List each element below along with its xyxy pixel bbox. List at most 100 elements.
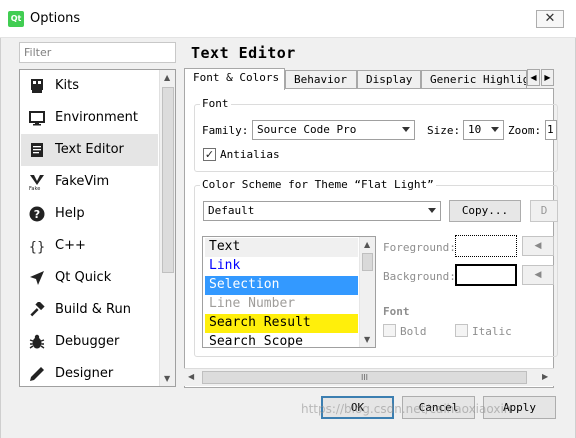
- tab-scroll-left-button[interactable]: ◀: [527, 69, 540, 86]
- background-erase-button[interactable]: ◀: [522, 265, 554, 285]
- font-group-title: Font: [200, 97, 231, 110]
- size-label: Size:: [427, 124, 461, 137]
- cancel-button[interactable]: Cancel: [402, 396, 475, 419]
- erase-icon: ◀: [534, 270, 542, 280]
- background-label: Background:: [383, 270, 456, 283]
- scrollbar-thumb[interactable]: [162, 87, 174, 273]
- text-editor-icon: [31, 143, 43, 157]
- sidebar-item-kits[interactable]: Kits: [21, 70, 158, 102]
- tab-generic-highlighter[interactable]: Generic Highlighter: [421, 70, 527, 89]
- format-items-list: Text Link Selection Line Number Search R…: [202, 236, 376, 348]
- close-button[interactable]: ✕: [536, 10, 564, 28]
- delete-button[interactable]: D: [530, 200, 558, 222]
- apply-button[interactable]: Apply: [483, 396, 556, 419]
- ok-button[interactable]: OK: [321, 396, 394, 419]
- sidebar-item-label: Debugger: [55, 334, 120, 349]
- tab-font-colors[interactable]: Font & Colors: [184, 68, 285, 90]
- color-scheme-value: Default: [208, 204, 255, 217]
- font-family-select[interactable]: Source Code Pro: [252, 120, 415, 140]
- sidebar-item-debugger[interactable]: Debugger: [21, 326, 158, 358]
- hammer-icon: [30, 302, 45, 317]
- font-size-value: 10: [468, 123, 482, 136]
- category-scrollbar[interactable]: ▲ ▼: [159, 70, 175, 386]
- category-list: Kits Environment Text Editor Fake FakeVi…: [19, 69, 176, 387]
- svg-text:?: ?: [34, 208, 40, 221]
- list-item[interactable]: Line Number: [205, 295, 358, 314]
- sidebar-item-label: Environment: [55, 110, 139, 125]
- scroll-up-icon[interactable]: ▲: [364, 240, 370, 249]
- chevron-down-icon: [428, 208, 436, 213]
- sidebar-item-label: Qt Quick: [55, 270, 112, 285]
- qt-quick-icon: [30, 271, 44, 285]
- kits-icon: [31, 79, 43, 93]
- sidebar-item-qt-quick[interactable]: Qt Quick: [21, 262, 158, 294]
- sidebar-item-label: Text Editor: [55, 142, 124, 157]
- zoom-label: Zoom:: [508, 124, 542, 137]
- sidebar-item-help[interactable]: ? Help: [21, 198, 158, 230]
- tab-display[interactable]: Display: [357, 70, 421, 89]
- color-scheme-title: Color Scheme for Theme “Flat Light”: [200, 178, 436, 191]
- erase-icon: ◀: [534, 241, 542, 251]
- scroll-up-icon[interactable]: ▲: [164, 73, 170, 82]
- scroll-down-icon[interactable]: ▼: [164, 374, 170, 383]
- list-item[interactable]: Search Result: [205, 314, 358, 333]
- sidebar-item-fakevim[interactable]: Fake FakeVim: [21, 166, 158, 198]
- scrollbar-thumb[interactable]: [362, 253, 373, 271]
- zoom-value: 1: [547, 123, 554, 136]
- sidebar-item-build-run[interactable]: Build & Run: [21, 294, 158, 326]
- sidebar-item-label: C++: [55, 238, 86, 253]
- filter-input[interactable]: Filter: [19, 42, 176, 63]
- sidebar-item-designer[interactable]: Designer: [21, 358, 158, 386]
- qt-logo-icon: Qt: [8, 11, 24, 27]
- window-title: Options: [30, 11, 81, 26]
- foreground-color-swatch[interactable]: [455, 235, 517, 257]
- scroll-down-icon[interactable]: ▼: [364, 335, 370, 344]
- help-icon: ?: [29, 206, 45, 222]
- scroll-left-icon[interactable]: ◀: [188, 372, 194, 381]
- sidebar-item-environment[interactable]: Environment: [21, 102, 158, 134]
- list-item[interactable]: Selection: [205, 276, 358, 295]
- sidebar-item-cpp[interactable]: {} C++: [21, 230, 158, 262]
- sidebar-item-label: Kits: [55, 78, 80, 93]
- sidebar-item-label: Designer: [55, 366, 114, 381]
- chevron-down-icon: [402, 127, 410, 132]
- zoom-field[interactable]: 1: [545, 120, 557, 140]
- sidebar-item-text-editor[interactable]: Text Editor: [21, 134, 158, 166]
- scrollbar-thumb[interactable]: III: [202, 371, 527, 384]
- page-title: Text Editor: [191, 44, 296, 62]
- italic-checkbox[interactable]: [455, 324, 468, 337]
- foreground-erase-button[interactable]: ◀: [522, 236, 554, 256]
- italic-label: Italic: [472, 325, 512, 338]
- sidebar-item-label: Help: [55, 206, 85, 221]
- pane-horizontal-scrollbar[interactable]: ◀ III ▶: [184, 368, 554, 386]
- items-scrollbar[interactable]: ▲ ▼: [359, 237, 375, 347]
- font-size-select[interactable]: 10: [463, 120, 504, 140]
- foreground-label: Foreground:: [383, 241, 456, 254]
- family-label: Family:: [202, 124, 249, 137]
- tab-scroll-right-button[interactable]: ▶: [541, 69, 554, 86]
- grip-icon: III: [360, 373, 369, 382]
- chevron-down-icon: [491, 127, 499, 132]
- list-item[interactable]: Text: [205, 238, 358, 257]
- sidebar-item-label: FakeVim: [55, 174, 110, 189]
- background-color-swatch[interactable]: [455, 264, 517, 286]
- list-item[interactable]: Link: [205, 257, 358, 276]
- antialias-label: Antialias: [220, 148, 280, 161]
- bug-icon: [29, 334, 45, 349]
- monitor-icon: [29, 111, 45, 126]
- bold-checkbox[interactable]: [383, 324, 396, 337]
- copy-button[interactable]: Copy...: [449, 200, 521, 222]
- list-item[interactable]: Search Scope: [205, 333, 358, 347]
- tab-behavior[interactable]: Behavior: [285, 70, 357, 89]
- scroll-right-icon[interactable]: ▶: [542, 372, 548, 381]
- close-icon: ✕: [544, 11, 556, 26]
- font-family-value: Source Code Pro: [257, 123, 357, 136]
- svg-text:{}: {}: [29, 240, 45, 254]
- fakevim-icon: Fake: [29, 175, 44, 190]
- font-style-label: Font: [383, 305, 410, 318]
- color-scheme-select[interactable]: Default: [203, 201, 441, 221]
- svg-text:Fake: Fake: [29, 186, 40, 190]
- antialias-checkbox[interactable]: ✓: [203, 148, 216, 161]
- pen-icon: [30, 367, 44, 381]
- chevron-right-icon: ▶: [544, 73, 551, 82]
